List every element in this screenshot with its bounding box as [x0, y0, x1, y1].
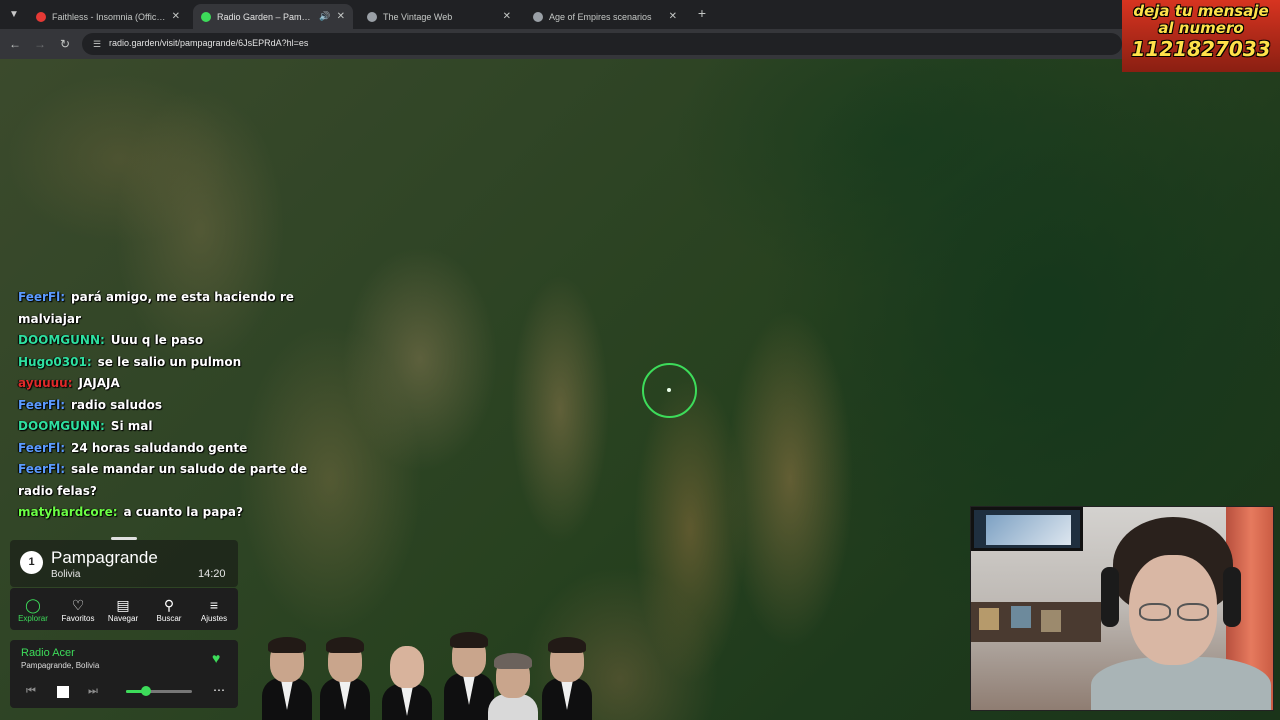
browser-tab[interactable]: The Vintage Web ✕ [359, 4, 519, 29]
chat-username: DOOMGUNN: [18, 419, 105, 433]
webcam-feed [970, 506, 1274, 711]
chat-username: Hugo0301: [18, 354, 92, 369]
nav-label: Ajustes [200, 614, 228, 623]
tab-favicon-icon [533, 11, 543, 22]
favorite-heart-icon[interactable]: ♥ [212, 650, 220, 666]
player-station-title[interactable]: Radio Acer [21, 647, 75, 659]
chat-text: Uuu q le paso [110, 333, 204, 347]
station-name: Pampagrande [51, 548, 158, 567]
map-icon: ▤ [116, 597, 130, 613]
nav-label: Navegar [107, 614, 139, 623]
player-station-location: Pampagrande, Bolivia [21, 661, 100, 670]
tab-title: The Vintage Web [383, 11, 453, 22]
chat-text: JAJAJA [78, 376, 120, 390]
chat-message: matyhardcore: a cuanto la papa? [18, 502, 308, 524]
background-shelf [971, 602, 1101, 642]
chat-username: FeerFl: [18, 440, 66, 455]
tab-favicon-icon [367, 11, 377, 22]
overlay-phone-number: 1121827033 [1131, 37, 1271, 61]
chat-text: se le salio un pulmon [97, 354, 242, 369]
globe-icon: ◯ [25, 597, 41, 613]
nav-favoritos[interactable]: ♡ Favoritos [56, 596, 100, 623]
stream-chat: FeerFl: pará amigo, me esta haciendo re m… [18, 287, 308, 524]
tab-title: Faithless - Insomnia (Official 4K [52, 11, 166, 22]
chat-message: FeerFl: sale mandar un saludo de parte de… [18, 459, 308, 502]
nav-label: Explorar [18, 614, 48, 623]
chat-username: ayuuuu: [18, 376, 73, 390]
tab-title: Age of Empires scenarios [549, 11, 652, 22]
tab-favicon-icon [201, 11, 211, 22]
stream-message-overlay: deja tu mensaje al numero 1121827033 [1122, 0, 1280, 72]
chat-username: FeerFl: [18, 290, 66, 304]
station-country: Bolivia [51, 569, 81, 580]
overlay-line-1: deja tu mensaje [1133, 2, 1269, 20]
reload-button[interactable]: ↻ [56, 35, 74, 53]
nav-explorar[interactable]: ◯ Explorar [11, 596, 55, 623]
band-member [488, 653, 538, 720]
nav-buscar[interactable]: ⚲ Buscar [147, 596, 191, 623]
browser-tab[interactable]: Radio Garden – Pampagrande 🔊 ✕ [193, 4, 353, 29]
band-member [542, 637, 592, 720]
chat-message: FeerFl: radio saludos [18, 395, 308, 417]
nav-ajustes[interactable]: ≡ Ajustes [192, 596, 236, 623]
chat-message: FeerFl: pará amigo, me esta haciendo re m… [18, 287, 308, 330]
url-text[interactable]: radio.garden/visit/pampagrande/6JsEPRdA?… [109, 38, 308, 48]
browser-tab[interactable]: Age of Empires scenarios ✕ [525, 4, 685, 29]
tab-search-button[interactable]: ▼ [4, 5, 24, 25]
site-info-icon[interactable]: ☰ [91, 38, 103, 50]
tab-strip: ▼ Faithless - Insomnia (Official 4K✕Radi… [0, 0, 1280, 29]
new-tab-button[interactable]: + [694, 5, 710, 21]
menu-icon: ≡ [209, 597, 219, 613]
chat-text: a cuanto la papa? [123, 505, 243, 519]
tab-close-icon[interactable]: ✕ [669, 11, 677, 22]
previous-icon[interactable]: ⏮ [26, 684, 36, 698]
more-options-icon[interactable]: ⋯ [213, 683, 225, 697]
tab-close-icon[interactable]: ✕ [337, 11, 345, 22]
address-bar[interactable]: ☰ radio.garden/visit/pampagrande/6JsEPRd… [82, 33, 1122, 55]
chat-message: ayuuuu: JAJAJA [18, 373, 308, 395]
chat-username: FeerFl: [18, 462, 66, 476]
tab-favicon-icon [36, 11, 46, 22]
nav-label: Favoritos [61, 614, 95, 623]
browser-tab[interactable]: Faithless - Insomnia (Official 4K ✕ [28, 4, 188, 29]
band-member [262, 637, 312, 720]
panel-drag-handle[interactable] [111, 537, 137, 540]
band-member [320, 637, 370, 720]
station-local-time: 14:20 [198, 568, 226, 580]
band-member [444, 632, 494, 720]
nav-navegar[interactable]: ▤ Navegar [101, 596, 145, 623]
forward-button[interactable]: → [31, 35, 49, 53]
chat-message: FeerFl: 24 horas saludando gente [18, 438, 308, 460]
chat-text: Si mal [110, 419, 153, 433]
volume-knob[interactable] [140, 686, 151, 696]
search-icon: ⚲ [163, 597, 175, 613]
chat-text: radio saludos [71, 397, 163, 412]
tab-audio-icon[interactable]: 🔊 [319, 11, 330, 22]
tab-close-icon[interactable]: ✕ [503, 11, 511, 22]
stop-button[interactable] [57, 686, 69, 698]
heart-icon: ♡ [71, 597, 85, 613]
chat-username: DOOMGUNN: [18, 333, 105, 347]
back-button[interactable]: ← [6, 35, 24, 53]
next-icon[interactable]: ⏭ [88, 684, 98, 698]
band-member [382, 646, 432, 720]
tab-title: Radio Garden – Pampagrande [217, 11, 315, 22]
tab-close-icon[interactable]: ✕ [172, 11, 180, 22]
chat-text: 24 horas saludando gente [71, 440, 248, 455]
background-monitor [971, 507, 1083, 551]
toolbar: ← → ↻ ☰ radio.garden/visit/pampagrande/6… [0, 29, 1280, 59]
nav-label: Buscar [156, 614, 182, 623]
chat-message: Hugo0301: se le salio un pulmon [18, 352, 308, 374]
station-dot[interactable] [667, 388, 671, 392]
station-count-badge: 1 [20, 551, 43, 574]
band-photo [258, 632, 608, 720]
chat-username: FeerFl: [18, 397, 66, 412]
chat-username: matyhardcore: [18, 505, 118, 519]
streamer [1091, 517, 1271, 710]
chat-message: DOOMGUNN: Uuu q le paso [18, 330, 308, 352]
chat-message: DOOMGUNN: Si mal [18, 416, 308, 438]
overlay-line-2: al numero [1158, 19, 1244, 37]
